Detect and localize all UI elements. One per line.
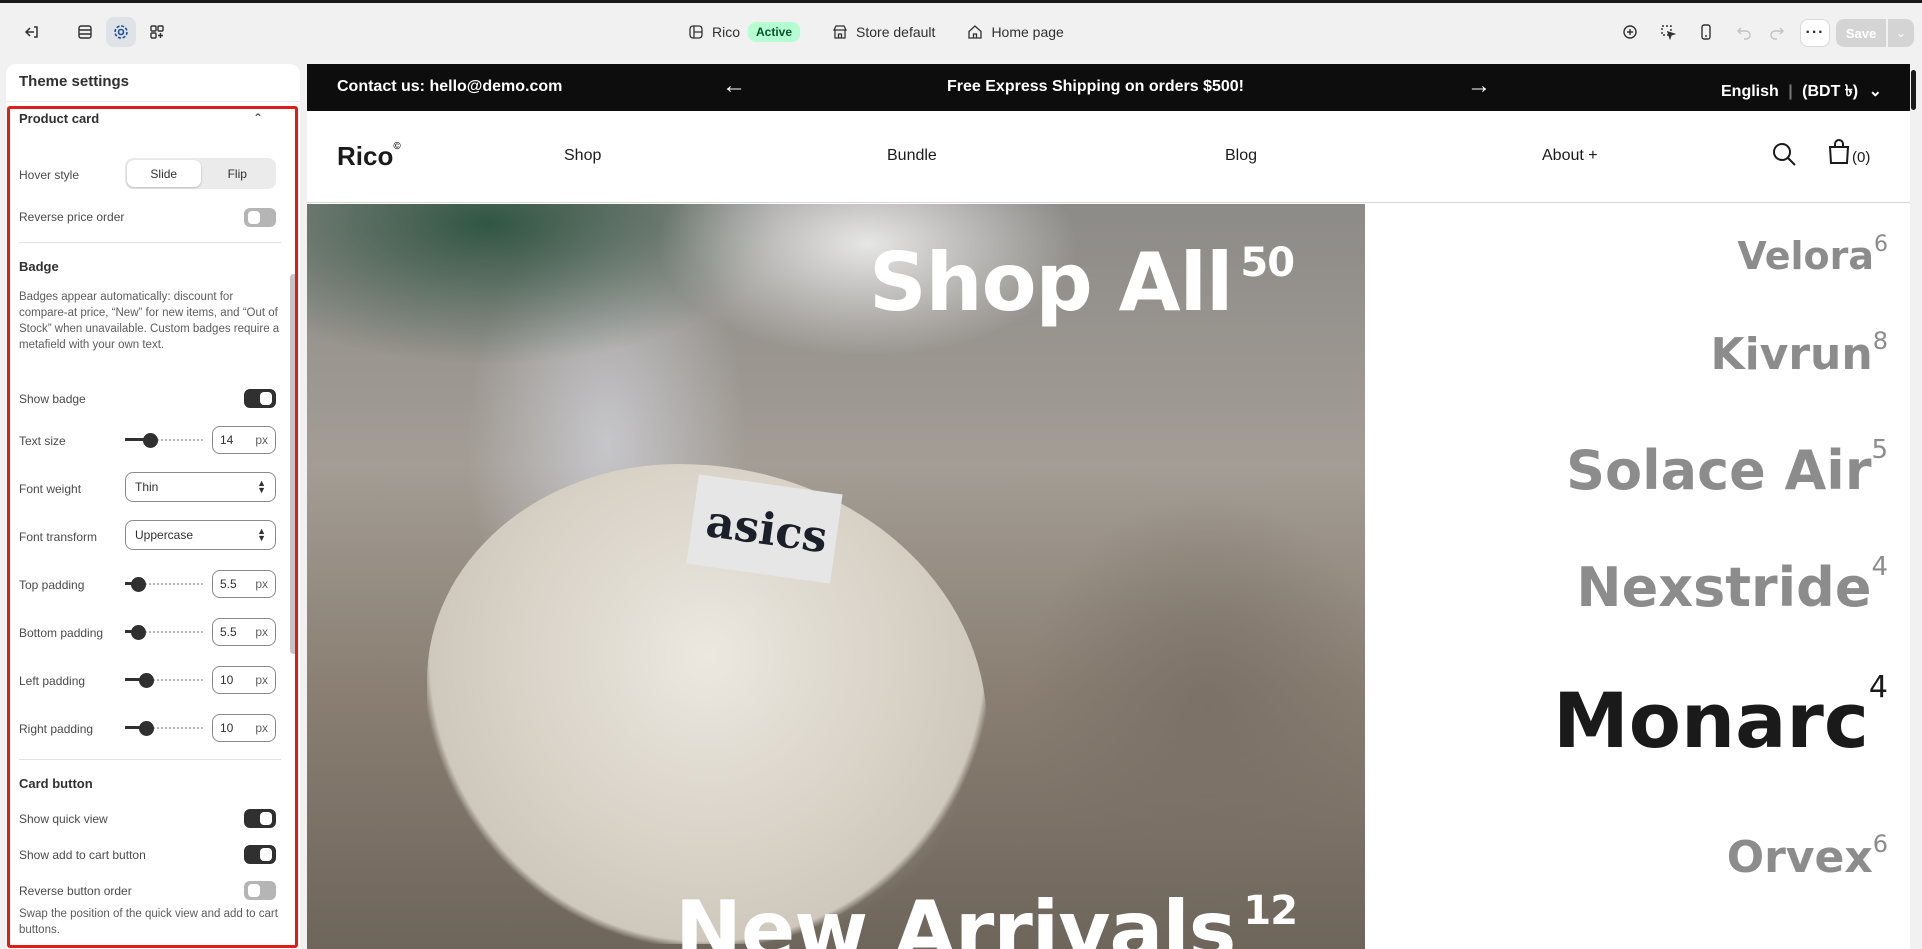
category-count: 6 bbox=[1872, 830, 1888, 858]
select-element-button[interactable] bbox=[1653, 17, 1683, 47]
hero-title2-count: 12 bbox=[1243, 888, 1298, 934]
theme-name: Rico bbox=[712, 24, 741, 40]
category-count: 4 bbox=[1868, 670, 1888, 705]
category-count: 4 bbox=[1871, 552, 1888, 582]
redo-icon bbox=[1770, 27, 1784, 40]
redo-button[interactable] bbox=[1762, 17, 1792, 47]
category-velora[interactable]: Velora6 bbox=[1737, 232, 1888, 278]
category-monarc[interactable]: Monarc4 bbox=[1553, 670, 1888, 765]
category-name: Velora bbox=[1737, 234, 1874, 278]
store-icon bbox=[832, 25, 848, 39]
nav-blog[interactable]: Blog bbox=[1225, 147, 1257, 165]
store-selector[interactable]: Store default bbox=[832, 24, 935, 40]
panel-title: Theme settings bbox=[6, 64, 300, 102]
contact-text[interactable]: Contact us: hello@demo.com bbox=[337, 78, 562, 96]
category-name: Solace Air bbox=[1566, 439, 1872, 502]
cart-count: (0) bbox=[1852, 149, 1871, 166]
mobile-icon bbox=[1701, 24, 1711, 40]
exit-button[interactable] bbox=[16, 17, 46, 47]
undo-icon bbox=[1737, 27, 1751, 40]
category-nexstride[interactable]: Nexstride4 bbox=[1576, 552, 1888, 619]
editor-topbar: Rico Active Store default Home page ··· … bbox=[0, 3, 1922, 61]
theme-selector[interactable]: Rico Active bbox=[688, 22, 801, 42]
currency-label: (BDT ৳) bbox=[1802, 83, 1859, 100]
hero-title2-text: New Arrivals bbox=[675, 884, 1236, 949]
sections-button[interactable] bbox=[70, 17, 100, 47]
inspector-icon bbox=[1623, 25, 1637, 39]
undo-button[interactable] bbox=[1729, 17, 1759, 47]
inspector-button[interactable] bbox=[1615, 17, 1645, 47]
category-count: 8 bbox=[1872, 327, 1888, 355]
save-button[interactable]: Save bbox=[1836, 19, 1886, 47]
category-name: Monarc bbox=[1553, 676, 1869, 765]
category-solace-air[interactable]: Solace Air5 bbox=[1566, 435, 1888, 502]
gear-icon bbox=[114, 25, 128, 39]
announcement-bar: Contact us: hello@demo.com ← Free Expres… bbox=[307, 64, 1910, 111]
logo-text: Rico bbox=[337, 141, 394, 171]
cart-icon[interactable] bbox=[1827, 139, 1851, 165]
language-currency-selector[interactable]: English | (BDT ৳) ⌄ bbox=[1721, 78, 1882, 105]
nav-about[interactable]: About + bbox=[1542, 147, 1598, 165]
cursor-select-icon bbox=[1661, 25, 1677, 41]
separator: | bbox=[1788, 83, 1793, 100]
status-badge: Active bbox=[748, 22, 801, 42]
chevron-down-icon: ⌄ bbox=[1868, 83, 1882, 100]
settings-panel: Theme settings Product card ⌃ Hover styl… bbox=[6, 64, 300, 949]
hero-title1-text: Shop All bbox=[869, 236, 1233, 329]
category-orvex[interactable]: Orvex6 bbox=[1726, 830, 1888, 883]
sections-icon bbox=[78, 25, 92, 39]
language-label: English bbox=[1721, 83, 1779, 100]
arrow-right-icon[interactable]: → bbox=[1467, 72, 1491, 100]
home-icon bbox=[968, 25, 983, 39]
page-selector[interactable]: Home page bbox=[967, 24, 1064, 40]
search-icon[interactable] bbox=[1771, 141, 1797, 167]
hero-title-shop-all[interactable]: Shop All 50 bbox=[869, 236, 1295, 329]
storefront-preview: Contact us: hello@demo.com ← Free Expres… bbox=[307, 64, 1910, 949]
nav-shop[interactable]: Shop bbox=[564, 147, 601, 165]
category-name: Orvex bbox=[1726, 832, 1873, 883]
page-label: Home page bbox=[991, 24, 1064, 40]
theme-icon bbox=[689, 25, 703, 39]
theme-settings-button[interactable] bbox=[106, 17, 136, 47]
hero-image[interactable]: asics Shop All 50 New Arrivals 12 bbox=[307, 204, 1365, 949]
store-header: Rico© Shop Bundle Blog About + (0) bbox=[307, 111, 1910, 203]
apps-button[interactable] bbox=[142, 17, 172, 47]
category-kivrun[interactable]: Kivrun8 bbox=[1710, 327, 1889, 380]
category-list: Velora6 Kivrun8 Solace Air5 Nexstride4 M… bbox=[1365, 204, 1910, 949]
category-name: Nexstride bbox=[1576, 556, 1872, 619]
ellipsis-icon: ··· bbox=[1805, 24, 1825, 41]
hero-title1-count: 50 bbox=[1240, 240, 1295, 286]
arrow-left-icon[interactable]: ← bbox=[722, 72, 746, 100]
preview-scrollbar[interactable] bbox=[1911, 70, 1916, 110]
announcement-message: Free Express Shipping on orders $500! bbox=[947, 78, 1244, 95]
category-count: 5 bbox=[1871, 435, 1888, 465]
apps-icon bbox=[150, 25, 164, 39]
store-label: Store default bbox=[856, 24, 936, 40]
store-logo[interactable]: Rico© bbox=[337, 141, 401, 172]
nav-bundle[interactable]: Bundle bbox=[887, 147, 937, 165]
save-group: Save ⌄ bbox=[1836, 19, 1914, 47]
chevron-down-icon: ⌄ bbox=[1895, 26, 1907, 40]
save-options-button[interactable]: ⌄ bbox=[1888, 19, 1914, 47]
shoe-brand-text: asics bbox=[702, 496, 831, 564]
device-preview-button[interactable] bbox=[1691, 17, 1721, 47]
highlight-box bbox=[7, 106, 298, 948]
hero-title-new-arrivals[interactable]: New Arrivals 12 bbox=[675, 884, 1298, 949]
logo-mark: © bbox=[393, 141, 401, 152]
context-bar: Rico Active Store default Home page bbox=[688, 17, 1096, 47]
category-count: 6 bbox=[1874, 232, 1888, 257]
more-actions-button[interactable]: ··· bbox=[1800, 19, 1830, 47]
exit-icon bbox=[24, 26, 38, 38]
category-name: Kivrun bbox=[1710, 329, 1873, 380]
